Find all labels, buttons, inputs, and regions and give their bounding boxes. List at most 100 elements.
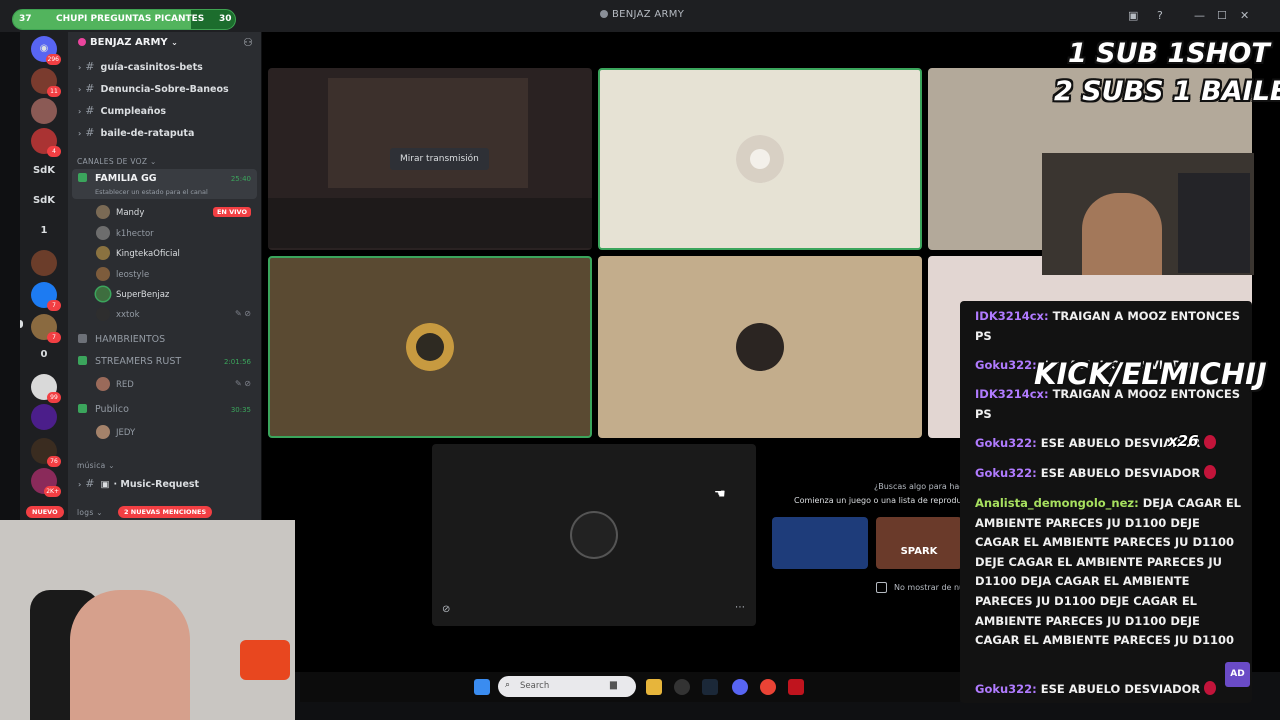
server-icon[interactable]: 7 bbox=[31, 282, 61, 311]
category-label: CANALES DE VOZ bbox=[77, 157, 148, 166]
server-icon[interactable]: 76 bbox=[31, 438, 61, 467]
voice-member[interactable]: RED bbox=[96, 377, 134, 391]
chat-message: IDK3214cx: TRAIGAN A MOOZ ENTONCES PS bbox=[975, 307, 1245, 346]
help-icon[interactable]: ? bbox=[1157, 9, 1163, 22]
activity-card[interactable] bbox=[772, 517, 868, 569]
server-icon[interactable]: 7 bbox=[31, 314, 61, 343]
music-category[interactable]: música ⌄ bbox=[77, 461, 115, 470]
activity-suggestion: ¿Buscas algo para hac Comienza un juego … bbox=[772, 482, 966, 602]
voice-member[interactable]: SuperBenjaz bbox=[96, 287, 169, 301]
streamer bbox=[70, 590, 190, 720]
guest-chat bbox=[1178, 173, 1250, 273]
voice-channel-familia[interactable]: FAMILIA GG bbox=[78, 173, 157, 184]
discord-icon[interactable] bbox=[732, 679, 748, 695]
minimize-icon[interactable]: — bbox=[1194, 9, 1205, 22]
badge: 76 bbox=[47, 456, 61, 467]
participant-tile[interactable]: ⊘ ⋯ bbox=[432, 444, 756, 626]
chat-brand-logo: AD bbox=[1225, 662, 1250, 687]
stream-preview-bar bbox=[268, 198, 592, 248]
participant-avatar bbox=[736, 323, 784, 371]
voice-channel-hambrientos[interactable]: HAMBRIENTOS bbox=[78, 334, 165, 345]
maximize-icon[interactable]: ☐ bbox=[1217, 9, 1227, 22]
new-pill[interactable]: NUEVO bbox=[26, 506, 64, 518]
avatar bbox=[96, 205, 110, 219]
voice-member[interactable]: xxtok bbox=[96, 307, 140, 321]
server-header[interactable]: BENJAZ ARMY ⌄ bbox=[78, 37, 178, 48]
channel-item[interactable]: › # ▣ · Music-Request bbox=[78, 477, 199, 490]
server-icon bbox=[600, 10, 608, 18]
app-icon[interactable] bbox=[674, 679, 690, 695]
participant-avatar bbox=[570, 511, 618, 559]
app-icon[interactable] bbox=[788, 679, 804, 695]
more-options-icon[interactable]: ⋯ bbox=[735, 602, 745, 613]
voice-member[interactable]: Mandy bbox=[96, 205, 144, 219]
participant-tile[interactable] bbox=[598, 68, 922, 250]
voice-channel-streamers-rust[interactable]: STREAMERS RUST bbox=[78, 356, 181, 367]
server-dot-icon bbox=[78, 38, 86, 46]
voice-member[interactable]: leostyle bbox=[96, 267, 149, 281]
invite-people-icon[interactable]: ⚇ bbox=[243, 36, 253, 49]
badge: 99 bbox=[47, 392, 61, 403]
participant-tile[interactable] bbox=[268, 256, 592, 438]
chrome-icon[interactable] bbox=[760, 679, 776, 695]
member-name: SuperBenjaz bbox=[116, 290, 170, 300]
voice-member[interactable]: k1hector bbox=[96, 226, 154, 240]
steam-icon[interactable] bbox=[702, 679, 718, 695]
voice-channel-status[interactable]: Establecer un estado para el canal bbox=[95, 188, 208, 196]
server-icon[interactable] bbox=[31, 250, 57, 276]
chevron-right-icon: › bbox=[78, 85, 82, 94]
category-label: logs bbox=[77, 508, 94, 517]
voice-channel-publico[interactable]: Publico bbox=[78, 404, 129, 415]
avatar bbox=[96, 425, 110, 439]
logs-category[interactable]: logs ⌄ bbox=[77, 508, 103, 517]
voice-member[interactable]: KingtekaOficial bbox=[96, 246, 180, 260]
channel-item[interactable]: › # Cumpleaños bbox=[78, 104, 166, 117]
search-placeholder: Search bbox=[520, 681, 550, 691]
participant-tile[interactable] bbox=[598, 256, 922, 438]
voice-member[interactable]: JEDY bbox=[96, 425, 135, 439]
server-folder-sdk[interactable]: SdK bbox=[31, 188, 57, 214]
chat-username: Goku322: bbox=[975, 682, 1037, 696]
channel-name: Music-Request bbox=[120, 479, 200, 490]
speaker-icon bbox=[78, 404, 87, 413]
progress-label: CHUPI PREGUNTAS PICANTES bbox=[56, 14, 205, 24]
server-icon[interactable] bbox=[31, 98, 57, 124]
server-icon[interactable]: 99 bbox=[31, 374, 61, 403]
inbox-icon[interactable]: ▣ bbox=[1128, 9, 1138, 22]
stream-tile[interactable]: Mirar transmisión bbox=[268, 68, 592, 250]
voice-category[interactable]: CANALES DE VOZ ⌄ bbox=[77, 157, 157, 166]
server-folder-1[interactable]: 1 bbox=[31, 218, 57, 244]
new-mentions-pill[interactable]: 2 NUEVAS MENCIONES bbox=[118, 506, 213, 518]
server-icon[interactable]: 11 bbox=[31, 68, 61, 97]
close-icon[interactable]: ✕ bbox=[1240, 9, 1249, 22]
badge: 7 bbox=[47, 300, 61, 311]
badge: 2K+ bbox=[44, 486, 61, 497]
taskbar-search[interactable]: ⌕ Search ▆ bbox=[498, 676, 636, 697]
no-video-icon[interactable]: ⊘ bbox=[442, 604, 450, 615]
cursor-icon: ☚ bbox=[714, 487, 726, 502]
chat-text: ESE ABUELO DESVIADOR bbox=[1036, 466, 1201, 480]
dont-show-checkbox[interactable] bbox=[876, 582, 887, 593]
chat-username: IDK3214cx: bbox=[975, 309, 1049, 323]
server-icon[interactable]: 2K+ bbox=[31, 468, 61, 497]
channel-name: guía-casinitos-bets bbox=[100, 62, 203, 73]
activity-card-spark[interactable]: SPARK bbox=[876, 517, 962, 569]
server-icon[interactable] bbox=[31, 404, 57, 430]
server-folder-sdk[interactable]: SdK bbox=[31, 158, 57, 184]
server-icon[interactable]: 4 bbox=[31, 128, 61, 157]
chat-text: ESE ABUELO DESVIADOR bbox=[1036, 682, 1201, 696]
voice-timer: 25:40 bbox=[230, 175, 251, 183]
server-folder-0[interactable]: 0 bbox=[31, 342, 57, 368]
channel-item[interactable]: › # Denuncia-Sobre-Baneos bbox=[78, 82, 229, 95]
channel-item[interactable]: › # guía-casinitos-bets bbox=[78, 60, 203, 73]
windows-start-icon[interactable] bbox=[474, 679, 490, 695]
chevron-right-icon: › bbox=[78, 107, 82, 116]
channel-item[interactable]: › # baile-de-rataputa bbox=[78, 126, 194, 139]
file-explorer-icon[interactable] bbox=[646, 679, 662, 695]
chevron-right-icon: › bbox=[78, 63, 82, 72]
watch-stream-button[interactable]: Mirar transmisión bbox=[390, 148, 489, 170]
avatar bbox=[96, 246, 110, 260]
channel-sidebar: BENJAZ ARMY ⌄ ⚇ › # guía-casinitos-bets › #… bbox=[68, 32, 261, 522]
discord-home-icon[interactable]: ◉ 296 bbox=[31, 36, 61, 65]
streamer-webcam bbox=[0, 520, 295, 720]
